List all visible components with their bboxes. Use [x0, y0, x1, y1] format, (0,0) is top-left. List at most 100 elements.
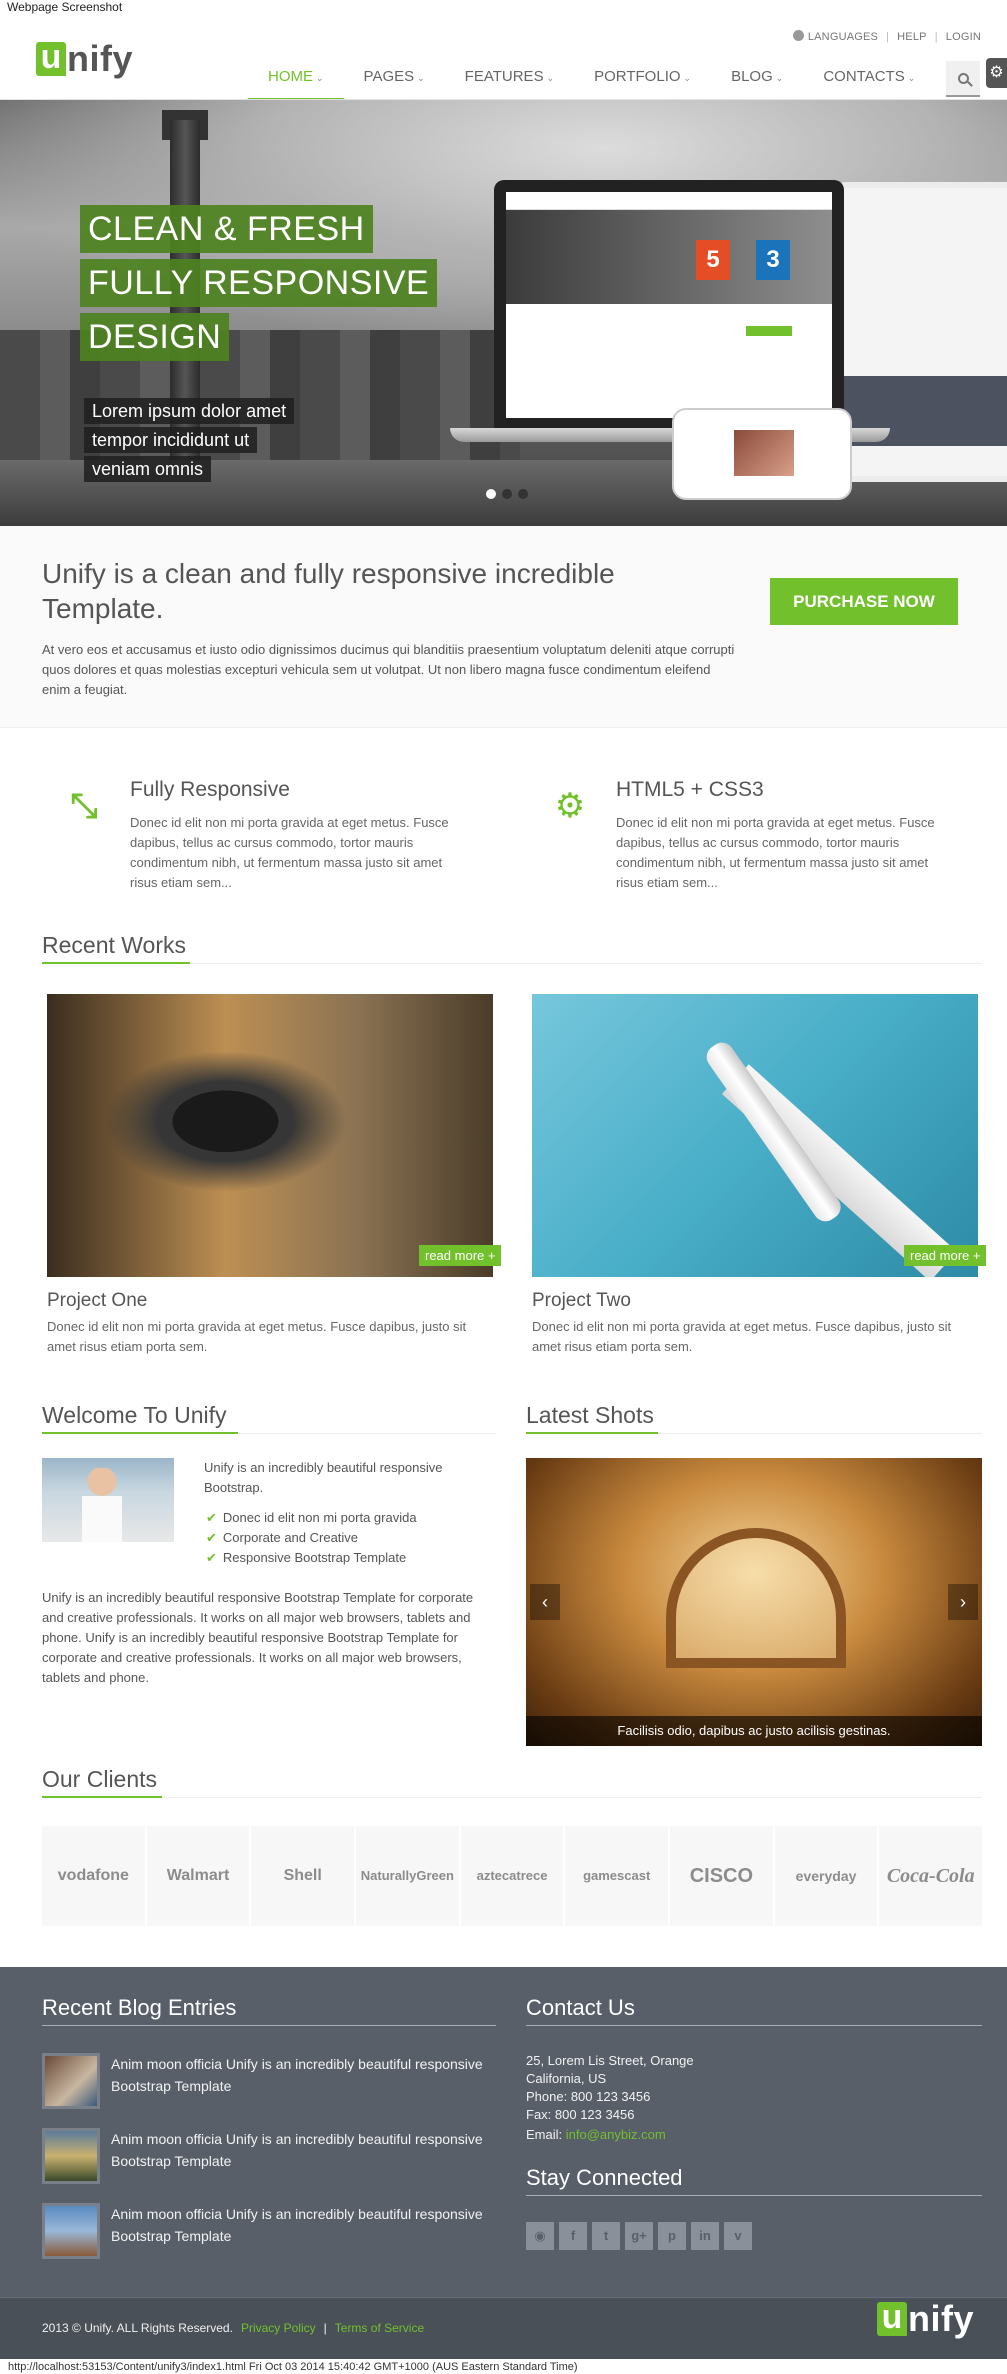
client-logo-vodafone[interactable]: vodafone — [42, 1826, 145, 1926]
latest-shots-headline: Latest Shots — [526, 1402, 654, 1428]
feature-title: HTML5 + CSS3 — [616, 778, 764, 801]
slider-dot-1[interactable] — [486, 489, 496, 499]
purchase-title: Unify is a clean and fully responsive in… — [42, 558, 615, 624]
blog-thumbnail[interactable] — [42, 2203, 100, 2259]
chevron-down-icon: ⌄ — [683, 73, 692, 83]
nav-item-home[interactable]: Home ⌄ — [248, 58, 344, 100]
list-item: ✔ Corporate and Creative — [206, 1530, 359, 1545]
headline-divider — [42, 1797, 982, 1798]
client-logo-aztecatrece[interactable]: aztecatrece — [460, 1826, 564, 1926]
search-button[interactable] — [946, 61, 980, 97]
chevron-down-icon: ⌄ — [316, 73, 324, 83]
blog-entry-link[interactable]: Anim moon officia Unify is an incredibly… — [111, 2053, 491, 2097]
purchase-now-button[interactable]: PURCHASE NOW — [770, 578, 958, 625]
project-title[interactable]: Project One — [47, 1290, 147, 1312]
topbar: LANGUAGES | HELP | LOGIN — [792, 30, 981, 43]
project-one-image[interactable] — [47, 994, 493, 1277]
purchase-text: At vero eos et accusamus et iusto odio d… — [42, 642, 735, 697]
site-logo[interactable]: u nify — [36, 38, 134, 79]
copyright-text: 2013 © Unify. ALL Rights Reserved. — [42, 2321, 233, 2335]
read-more-button[interactable]: read more + — [904, 1245, 987, 1266]
person-figure — [82, 1468, 122, 1542]
rss-icon[interactable]: ◉ — [526, 2222, 554, 2250]
client-logo-naturallygreen[interactable]: NaturallyGreen — [356, 1826, 459, 1926]
clients-row: vodafone Walmart Shell NaturallyGreen az… — [42, 1826, 983, 1926]
hero-sub-line: Lorem ipsum dolor amet — [84, 398, 295, 424]
welcome-intro: Unify is an incredibly beautiful respons… — [204, 1460, 443, 1495]
headline-accent — [42, 1432, 238, 1434]
nav-item-blog[interactable]: Blog ⌄ — [711, 58, 803, 100]
nav-item-portfolio[interactable]: Portfolio ⌄ — [574, 58, 711, 100]
welcome-headline: Welcome To Unify — [42, 1402, 227, 1428]
hero-title-line: FULLY RESPONSIVE — [80, 259, 438, 307]
hero-title: CLEAN & FRESH FULLY RESPONSIVE DESIGN — [80, 205, 438, 367]
latest-shot-image[interactable] — [526, 1458, 982, 1746]
phone-picture — [734, 430, 794, 476]
hero-title-line: DESIGN — [80, 313, 230, 361]
google-plus-icon[interactable]: g+ — [625, 2222, 653, 2250]
chevron-down-icon: ⌄ — [546, 73, 555, 83]
email-link[interactable]: info@anybiz.com — [566, 2127, 666, 2142]
logo-text: nify — [67, 38, 134, 79]
linkedin-icon[interactable]: in — [691, 2222, 719, 2250]
hero-sub-line: veniam omnis — [84, 456, 212, 482]
blog-entry-link[interactable]: Anim moon officia Unify is an incredibly… — [111, 2203, 491, 2247]
carousel-next-button[interactable]: › — [948, 1584, 978, 1620]
feature-text: Donec id elit non mi porta gravida at eg… — [616, 815, 935, 890]
footer-divider — [526, 2195, 982, 2196]
hero-subtitle: Lorem ipsum dolor amet tempor incididunt… — [84, 398, 295, 485]
footer-logo[interactable]: u nify — [877, 2298, 975, 2339]
html5-icon: 5 — [696, 240, 730, 280]
project-title[interactable]: Project Two — [532, 1290, 631, 1312]
status-url: http://localhost:53153/Content/unify3/in… — [8, 2361, 578, 2373]
privacy-policy-link[interactable]: Privacy Policy — [241, 2321, 316, 2335]
list-item: ✔ Responsive Bootstrap Template — [206, 1550, 407, 1565]
welcome-paragraph: Unify is an incredibly beautiful respons… — [42, 1590, 474, 1685]
logo-mark: u — [877, 2300, 907, 2336]
slider-dot-3[interactable] — [518, 489, 528, 499]
blog-thumbnail[interactable] — [42, 2053, 100, 2109]
terms-of-service-link[interactable]: Terms of Service — [335, 2321, 424, 2335]
carousel-prev-button[interactable]: ‹ — [530, 1584, 560, 1620]
compress-arrows-icon: ⤡ — [70, 787, 98, 825]
client-logo-everyday[interactable]: everyday — [774, 1826, 878, 1926]
blog-entry-link[interactable]: Anim moon officia Unify is an incredibly… — [111, 2128, 491, 2172]
vimeo-icon[interactable]: v — [724, 2222, 752, 2250]
nav-item-contacts[interactable]: Contacts ⌄ — [803, 58, 935, 100]
contact-address-1: 25, Lorem Lis Street, Orange — [526, 2053, 694, 2068]
client-logo-gamescast[interactable]: gamescast — [565, 1826, 669, 1926]
check-icon: ✔ — [206, 1510, 217, 1525]
shot-caption: Facilisis odio, dapibus ac justo acilisi… — [526, 1716, 982, 1746]
help-link[interactable]: HELP — [897, 31, 927, 43]
logo-mark: u — [36, 40, 66, 76]
languages-link[interactable]: LANGUAGES — [792, 30, 878, 43]
contact-address-2: California, US — [526, 2071, 607, 2086]
slider-dot-2[interactable] — [502, 489, 512, 499]
client-logo-shell[interactable]: Shell — [251, 1826, 355, 1926]
client-logo-coca-cola[interactable]: Coca-Cola — [879, 1826, 983, 1926]
facebook-icon[interactable]: f — [559, 2222, 587, 2250]
client-logo-walmart[interactable]: Walmart — [146, 1826, 250, 1926]
style-switcher-gear-icon[interactable]: ⚙ — [986, 58, 1007, 88]
clients-headline: Our Clients — [42, 1766, 158, 1792]
twitter-icon[interactable]: t — [592, 2222, 620, 2250]
feature-text: Donec id elit non mi porta gravida at eg… — [130, 815, 449, 890]
blog-thumbnail[interactable] — [42, 2128, 100, 2184]
footer-divider — [526, 2025, 982, 2026]
project-text: Donec id elit non mi porta gravida at eg… — [47, 1319, 467, 1354]
check-icon: ✔ — [206, 1550, 217, 1565]
hero-laptop-mockup: 5 3 — [494, 180, 844, 430]
recent-works-headline: Recent Works — [42, 932, 187, 958]
read-more-button[interactable]: read more + — [419, 1245, 502, 1266]
login-link[interactable]: LOGIN — [946, 31, 981, 43]
chevron-down-icon: ⌄ — [417, 73, 425, 83]
screenshot-caption: Webpage Screenshot — [7, 0, 123, 14]
logo-text: nify — [908, 2298, 975, 2339]
main-nav: Home ⌄ Pages ⌄ Features ⌄ Portfolio ⌄ Blog ⌄ … — [248, 58, 935, 100]
client-logo-cisco[interactable]: CISCO — [670, 1826, 773, 1926]
nav-item-pages[interactable]: Pages ⌄ — [344, 58, 445, 100]
nav-item-features[interactable]: Features ⌄ — [445, 58, 574, 100]
contact-email: Email: info@anybiz.com — [526, 2127, 666, 2142]
project-two-image[interactable] — [532, 994, 978, 1277]
pinterest-icon[interactable]: p — [658, 2222, 686, 2250]
